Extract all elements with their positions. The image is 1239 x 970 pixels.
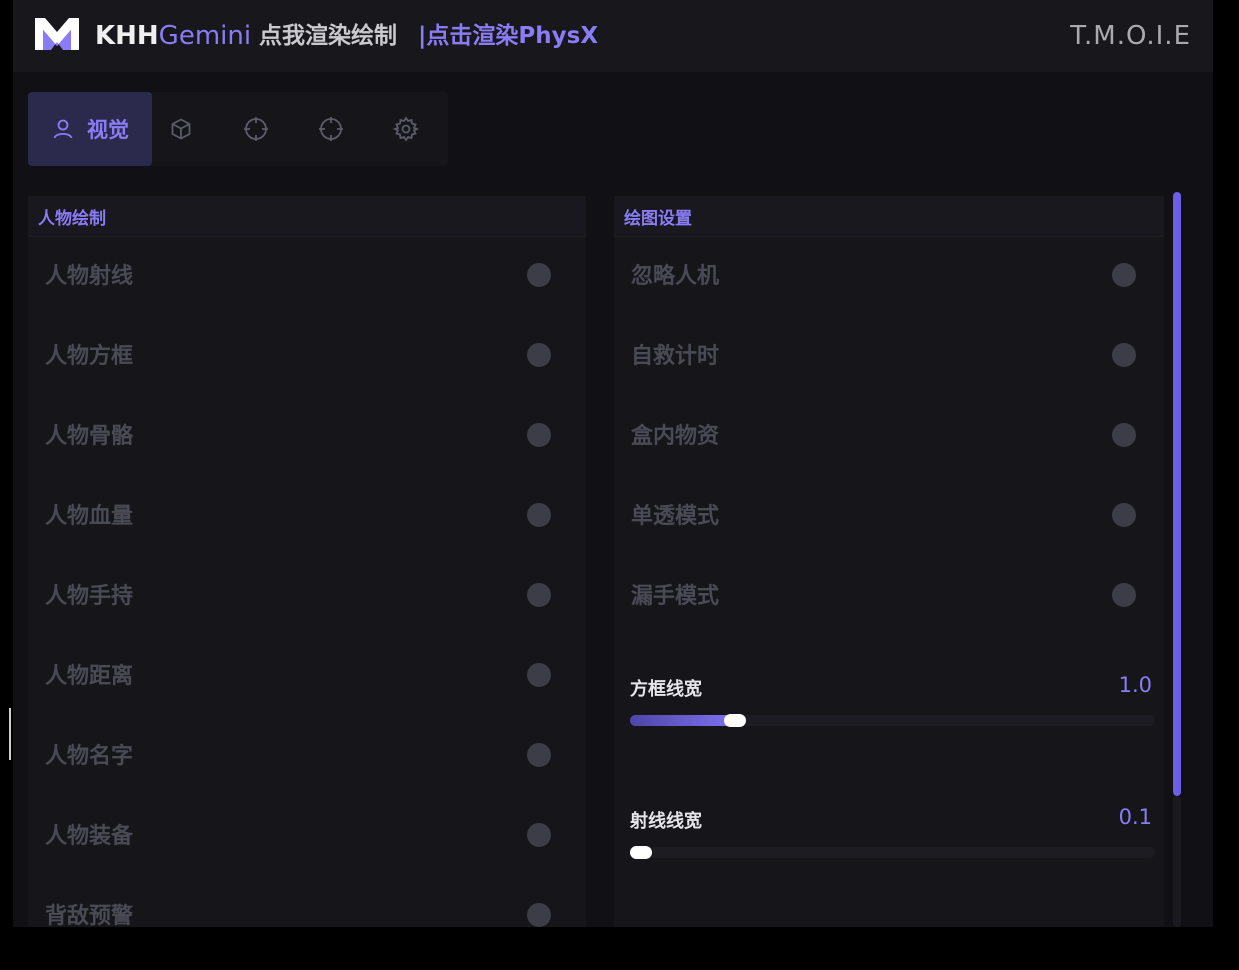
option-label: 人物装备: [45, 824, 134, 849]
slider-value: 1.0: [1118, 673, 1152, 697]
toggle-switch[interactable]: [1112, 423, 1136, 447]
tab-visual-label: 视觉: [87, 118, 129, 142]
toggle-switch[interactable]: [1112, 503, 1136, 527]
option-label: 盒内物资: [631, 424, 720, 449]
option-row[interactable]: 忽略人机: [614, 236, 1164, 316]
toggle-switch[interactable]: [527, 583, 551, 607]
option-row[interactable]: 人物血量: [28, 476, 586, 556]
header-bar: KHHGemini 点我渲染绘制 |点击渲染PhysX T.M.O.I.E: [13, 0, 1213, 72]
slider-label: 方框线宽: [630, 679, 702, 700]
logo-icon: [35, 18, 79, 50]
option-row[interactable]: 自救计时: [614, 316, 1164, 396]
option-row[interactable]: 人物距离: [28, 636, 586, 716]
slider-label: 射线线宽: [630, 811, 702, 832]
panel-title: 人物绘制: [38, 209, 106, 229]
toggle-switch[interactable]: [527, 343, 551, 367]
tab-settings[interactable]: [381, 92, 431, 166]
box-icon: [171, 118, 191, 140]
toggle-switch[interactable]: [527, 743, 551, 767]
option-label: 人物骨骼: [45, 424, 134, 449]
option-label: 漏手模式: [631, 584, 720, 609]
option-row[interactable]: 人物骨骼: [28, 396, 586, 476]
slider-thumb[interactable]: [724, 714, 746, 727]
option-row[interactable]: 单透模式: [614, 476, 1164, 556]
toggle-switch[interactable]: [527, 503, 551, 527]
toggle-switch[interactable]: [1112, 263, 1136, 287]
scrollbar-thumb[interactable]: [1173, 192, 1181, 796]
option-row[interactable]: 背敌预警: [28, 876, 586, 927]
option-label: 人物方框: [45, 344, 134, 369]
brand-title: KHHGemini: [95, 21, 252, 51]
render-physx-button[interactable]: |点击渲染PhysX: [418, 20, 598, 52]
tab-aim-2[interactable]: [306, 92, 356, 166]
toggle-switch[interactable]: [527, 263, 551, 287]
option-label: 单透模式: [631, 504, 720, 529]
slider-value: 0.1: [1118, 805, 1152, 829]
tab-items[interactable]: [156, 92, 206, 166]
slider-fill: [630, 715, 735, 726]
panel-header: 绘图设置: [614, 196, 1164, 237]
box-line-width-slider[interactable]: [630, 714, 1155, 727]
option-label: 人物射线: [45, 264, 134, 289]
option-row[interactable]: 人物名字: [28, 716, 586, 796]
draw-settings-panel: 绘图设置 忽略人机 自救计时 盒内物资 单透模式 漏手模式 方框线宽 1.0 射…: [614, 196, 1164, 927]
toggle-switch[interactable]: [527, 903, 551, 927]
tab-aim[interactable]: [231, 92, 281, 166]
option-label: 人物名字: [45, 744, 134, 769]
tab-visual[interactable]: 视觉: [28, 92, 152, 166]
toggle-switch[interactable]: [1112, 583, 1136, 607]
option-row[interactable]: 盒内物资: [614, 396, 1164, 476]
toggle-switch[interactable]: [527, 663, 551, 687]
option-row[interactable]: 漏手模式: [614, 556, 1164, 636]
user-icon: [53, 119, 73, 139]
panel-header: 人物绘制: [28, 196, 586, 237]
slider-thumb[interactable]: [630, 846, 652, 859]
toggle-switch[interactable]: [1112, 343, 1136, 367]
option-row[interactable]: 人物手持: [28, 556, 586, 636]
gear-icon: [393, 116, 419, 142]
toggle-switch[interactable]: [527, 823, 551, 847]
scrollbar-track[interactable]: [1173, 796, 1181, 927]
panel-title: 绘图设置: [624, 209, 692, 229]
option-label: 人物手持: [45, 584, 134, 609]
tab-bar: 视觉: [28, 92, 448, 166]
option-row[interactable]: 人物装备: [28, 796, 586, 876]
option-label: 忽略人机: [631, 264, 720, 289]
crosshair-icon: [319, 117, 343, 141]
crosshair-icon: [244, 117, 268, 141]
render-draw-button[interactable]: 点我渲染绘制: [259, 20, 397, 52]
header-right-title: T.M.O.I.E: [1070, 21, 1191, 51]
option-label: 人物血量: [45, 504, 134, 529]
ray-line-width-slider[interactable]: [630, 846, 1155, 859]
option-row[interactable]: 人物射线: [28, 236, 586, 316]
app-window: KHHGemini 点我渲染绘制 |点击渲染PhysX T.M.O.I.E 视觉: [13, 0, 1213, 927]
option-label: 背敌预警: [45, 904, 134, 927]
option-label: 自救计时: [631, 344, 720, 369]
option-label: 人物距离: [45, 664, 134, 689]
character-draw-panel: 人物绘制 人物射线 人物方框 人物骨骼 人物血量 人物手持 人物距离 人物名字: [28, 196, 586, 927]
toggle-switch[interactable]: [527, 423, 551, 447]
edge-marker: [9, 708, 11, 760]
option-row[interactable]: 人物方框: [28, 316, 586, 396]
